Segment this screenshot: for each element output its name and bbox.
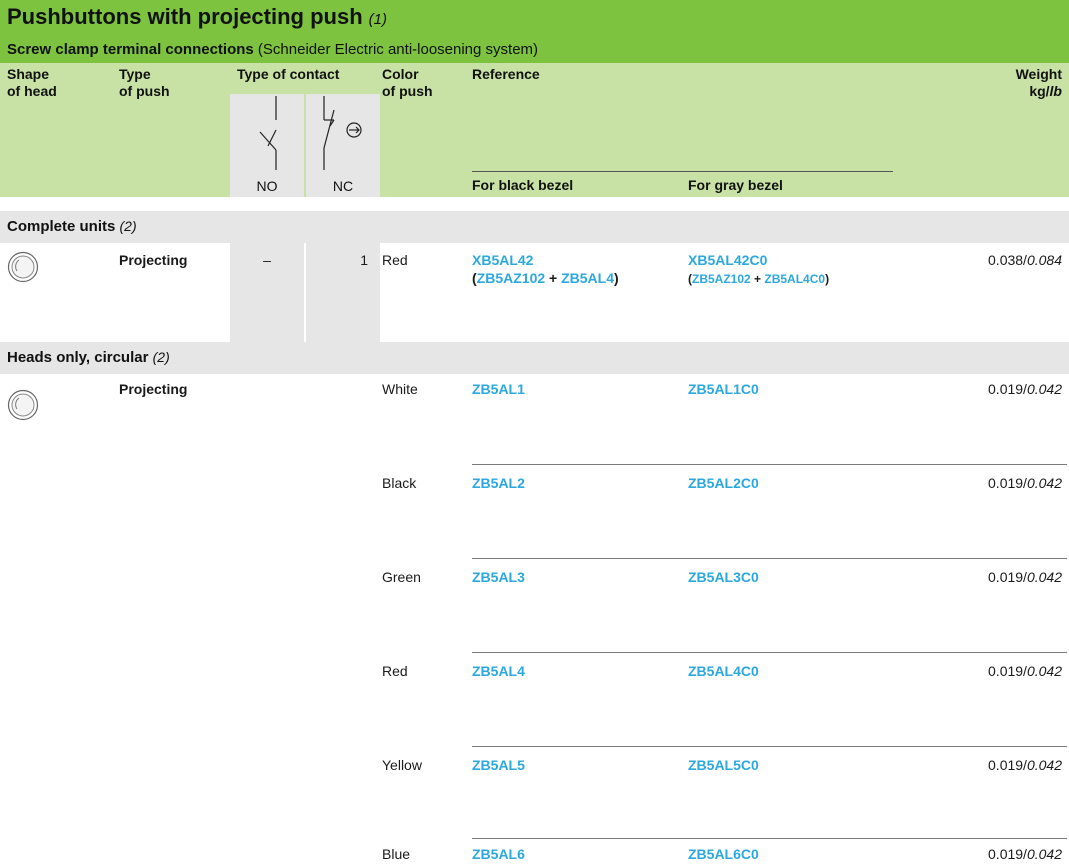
complete-type: Projecting [119,252,188,268]
component-ref[interactable]: ZB5AZ102 [692,272,751,286]
head-black-ref[interactable]: ZB5AL6 [472,846,525,862]
row-divider [472,838,1067,839]
head-gray-ref[interactable]: ZB5AL4C0 [688,663,759,679]
header-gray-bezel: For gray bezel [688,177,783,193]
nc-contact-icon [323,96,362,170]
head-black-ref[interactable]: ZB5AL5 [472,757,525,773]
header-black-bezel: For black bezel [472,177,574,193]
head-gray-ref[interactable]: ZB5AL5C0 [688,757,759,773]
reference-divider [472,171,893,172]
section-complete-units [0,211,1069,243]
heads-type: Projecting [119,381,188,397]
header-color: Color of push [382,66,433,99]
no-contact-icon [259,96,277,170]
component-ref[interactable]: ZB5AL4 [561,270,614,286]
header-no: NO [256,178,278,194]
head-weight: 0.019/0.042 [988,475,1062,491]
head-black-ref[interactable]: ZB5AL3 [472,569,525,585]
section-title: Heads only, circular (2) [7,349,170,366]
complete-color: Red [382,252,408,268]
head-weight: 0.019/0.042 [988,381,1062,397]
head-gray-ref[interactable]: ZB5AL6C0 [688,846,759,862]
header-type: Type of push [119,66,170,99]
complete-no: – [263,252,271,268]
head-color: Green [382,569,421,585]
complete-weight: 0.038/0.084 [988,252,1062,268]
header-shape: Shape of head [7,66,57,99]
row-divider [472,746,1067,747]
contact-symbols [259,96,362,170]
header-contact: Type of contact [237,66,340,82]
head-gray-ref[interactable]: ZB5AL1C0 [688,381,759,397]
head-weight: 0.019/0.042 [988,846,1062,862]
complete-nc: 1 [360,252,368,268]
header-weight: Weight kg/lb [1015,66,1062,99]
head-color: White [382,381,418,397]
head-black-ref[interactable]: ZB5AL4 [472,663,525,679]
row-divider [472,652,1067,653]
circular-head-icon [7,251,39,283]
complete-black-ref[interactable]: XB5AL42 [472,252,533,268]
row-divider [472,558,1067,559]
page-subtitle: Screw clamp terminal connections (Schnei… [7,41,539,58]
header-reference: Reference [472,66,540,82]
component-ref[interactable]: ZB5AZ102 [477,270,545,286]
head-color: Yellow [382,757,422,773]
head-black-ref[interactable]: ZB5AL1 [472,381,525,397]
head-gray-ref[interactable]: ZB5AL2C0 [688,475,759,491]
title-footnote: (1) [368,11,387,28]
head-color: Blue [382,846,411,862]
page-title: Pushbuttons with projecting push (1) [7,4,387,29]
circular-head-icon [7,389,39,421]
head-color: Black [382,475,417,491]
header-nc: NC [332,178,354,194]
complete-gray-components: (ZB5AZ102 + ZB5AL4C0) [688,272,830,286]
head-gray-ref[interactable]: ZB5AL3C0 [688,569,759,585]
complete-gray-ref[interactable]: XB5AL42C0 [688,252,767,268]
row-divider [472,464,1067,465]
head-weight: 0.019/0.042 [988,757,1062,773]
head-weight: 0.019/0.042 [988,569,1062,585]
complete-black-components: (ZB5AZ102 + ZB5AL4) [472,270,619,286]
head-color: Red [382,663,408,679]
head-black-ref[interactable]: ZB5AL2 [472,475,525,491]
component-ref[interactable]: ZB5AL4C0 [764,272,825,286]
section-title: Complete units (2) [7,218,137,235]
head-weight: 0.019/0.042 [988,663,1062,679]
